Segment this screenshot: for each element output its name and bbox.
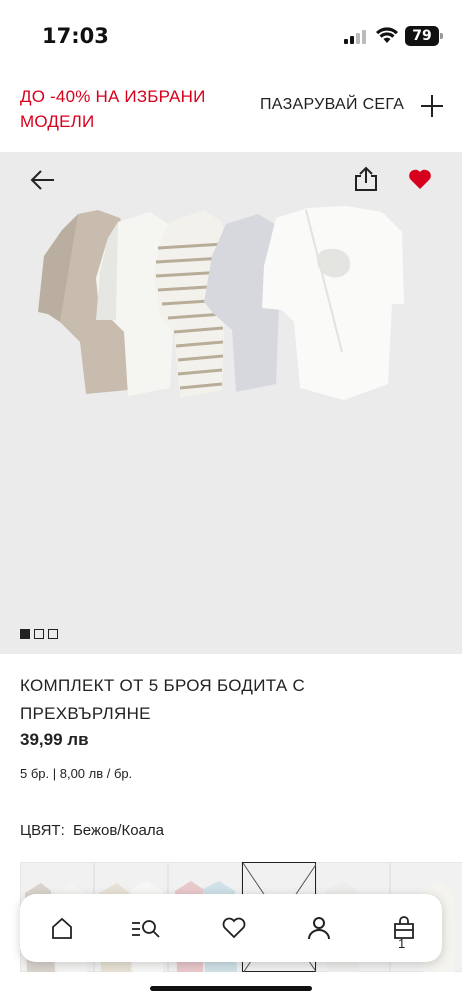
- promo-text: ДО -40% НА ИЗБРАНИ МОДЕЛИ: [20, 87, 206, 131]
- account-icon[interactable]: [305, 914, 333, 942]
- bottom-nav: 1: [20, 894, 442, 962]
- promo-banner[interactable]: ДО -40% НА ИЗБРАНИ МОДЕЛИ ПАЗАРУВАЙ СЕГА: [0, 70, 462, 152]
- share-icon[interactable]: [354, 166, 378, 192]
- battery-icon: 79: [405, 26, 443, 46]
- color-row: ЦВЯТ: Бежов/Коала: [20, 822, 164, 839]
- product-image-gallery[interactable]: [0, 152, 462, 654]
- wifi-icon: [376, 27, 398, 43]
- heart-filled-icon[interactable]: [408, 168, 432, 190]
- arrow-left-icon[interactable]: [28, 166, 56, 194]
- color-label: ЦВЯТ:: [20, 822, 65, 839]
- status-time: 17:03: [42, 24, 109, 48]
- status-bar: 17:03 79: [0, 0, 462, 70]
- search-filter-icon[interactable]: [130, 914, 162, 942]
- home-icon[interactable]: [48, 914, 76, 942]
- shop-now-link[interactable]: ПАЗАРУВАЙ СЕГА: [260, 96, 404, 114]
- product-price: 39,99 лв: [20, 730, 89, 749]
- signal-icon: [344, 30, 370, 44]
- image-pagination[interactable]: [20, 629, 58, 639]
- heart-icon[interactable]: [220, 914, 248, 942]
- pagination-dot[interactable]: [48, 629, 58, 639]
- pagination-dot[interactable]: [34, 629, 44, 639]
- bag-count-badge: 1: [398, 936, 406, 951]
- unit-price: 5 бр. | 8,00 лв / бр.: [20, 766, 133, 781]
- pagination-dot[interactable]: [20, 629, 30, 639]
- product-title: КОМПЛЕКТ ОТ 5 БРОЯ БОДИТА С ПРЕХВЪРЛЯНЕ: [20, 676, 306, 723]
- product-image: [38, 206, 404, 400]
- home-indicator: [150, 986, 312, 991]
- color-value: Бежов/Коала: [72, 822, 164, 839]
- plus-icon[interactable]: [421, 95, 443, 117]
